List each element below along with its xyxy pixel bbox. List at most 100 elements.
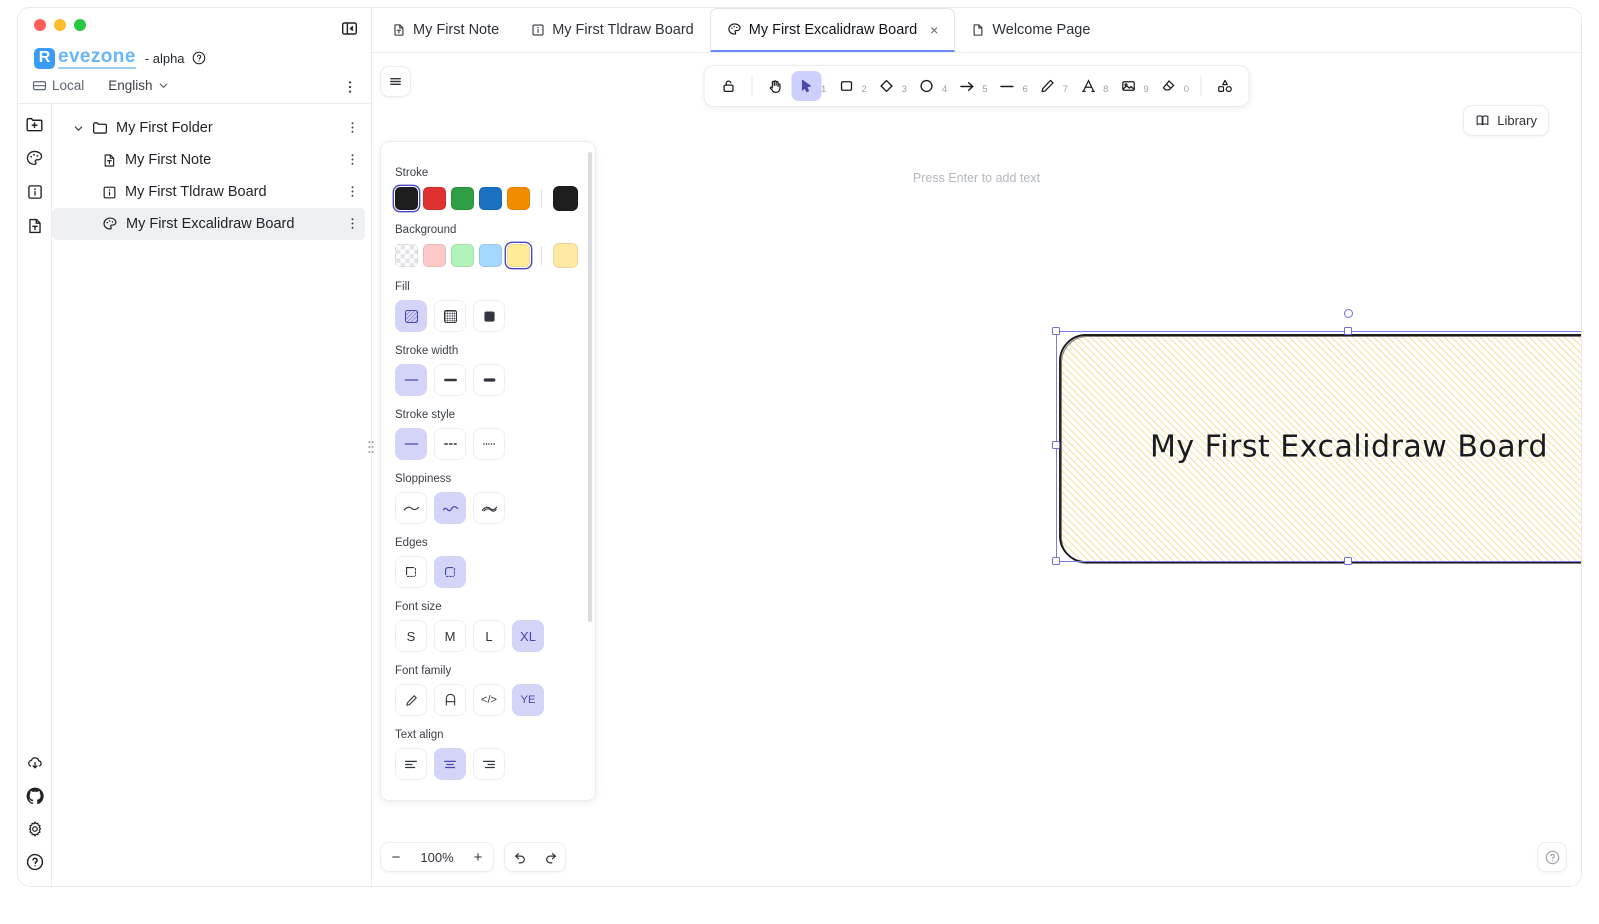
line-icon[interactable] (993, 71, 1023, 101)
question-circle-icon[interactable] (192, 51, 206, 65)
stroke-swatch-orange[interactable] (507, 187, 530, 210)
tool-diamond[interactable]: 3 (872, 71, 911, 101)
font-size-m-button[interactable]: M (434, 620, 466, 652)
tree-row-more-icon[interactable] (346, 216, 359, 231)
hamburger-menu-icon[interactable] (380, 66, 411, 97)
excalidraw-palette-icon[interactable] (25, 148, 45, 168)
background-swatch-pink[interactable] (423, 244, 446, 267)
more-shapes-icon[interactable] (1210, 71, 1240, 101)
tool-image[interactable]: 9 (1113, 71, 1152, 101)
tab-my-first-note[interactable]: My First Note (376, 8, 515, 52)
align-left-icon[interactable] (395, 748, 427, 780)
background-swatch-yellow[interactable] (507, 244, 530, 267)
stroke-extra-bold-icon[interactable] (473, 364, 505, 396)
undo-icon[interactable] (505, 842, 535, 872)
zoom-in-button[interactable]: + (463, 842, 493, 872)
image-icon[interactable] (1113, 71, 1143, 101)
new-folder-icon[interactable] (25, 114, 45, 134)
lock-icon[interactable] (713, 71, 743, 101)
tab-my-first-tldraw-board[interactable]: My First Tldraw Board (515, 8, 710, 52)
resize-handle-bottom-center[interactable] (1344, 557, 1352, 565)
align-right-icon[interactable] (473, 748, 505, 780)
sloppiness-artist-icon[interactable] (434, 492, 466, 524)
eraser-icon[interactable] (1154, 71, 1184, 101)
fill-cross-hatch-icon[interactable] (434, 300, 466, 332)
chevron-down-icon[interactable] (72, 123, 84, 134)
help-circle-icon[interactable] (25, 852, 45, 872)
tab-close-icon[interactable]: × (930, 22, 938, 38)
stroke-dashed-icon[interactable] (434, 428, 466, 460)
sloppiness-cartoonist-icon[interactable] (473, 492, 505, 524)
stroke-current-color[interactable] (553, 186, 578, 211)
excalidraw-canvas[interactable]: 1 2 (372, 53, 1581, 886)
storage-selector[interactable]: Local (32, 78, 84, 93)
ellipse-icon[interactable] (912, 71, 942, 101)
language-selector[interactable]: English (108, 78, 168, 93)
tree-item-my-first-note[interactable]: My First Note (52, 144, 365, 176)
resize-handle-bottom-left[interactable] (1052, 557, 1060, 565)
font-handdrawn-icon[interactable] (395, 684, 427, 716)
font-code-icon[interactable]: </> (473, 684, 505, 716)
background-swatch-blue[interactable] (479, 244, 502, 267)
zoom-out-button[interactable]: − (381, 842, 411, 872)
font-normal-icon[interactable] (434, 684, 466, 716)
tree-item-my-first-excalidraw-board[interactable]: My First Excalidraw Board (52, 208, 365, 240)
tool-eraser[interactable]: 0 (1154, 71, 1193, 101)
window-close-button[interactable] (34, 19, 46, 31)
rotate-handle[interactable] (1344, 309, 1353, 318)
redo-icon[interactable] (535, 842, 565, 872)
stroke-swatch-green[interactable] (451, 187, 474, 210)
sidebar-more-icon[interactable] (343, 79, 357, 95)
sidebar-resize-handle[interactable] (366, 432, 376, 462)
background-swatch-green[interactable] (451, 244, 474, 267)
stroke-dotted-icon[interactable] (473, 428, 505, 460)
resize-handle-top-center[interactable] (1344, 327, 1352, 335)
fill-hachure-icon[interactable] (395, 300, 427, 332)
edges-round-icon[interactable] (434, 556, 466, 588)
window-maximize-button[interactable] (74, 19, 86, 31)
align-center-icon[interactable] (434, 748, 466, 780)
tab-my-first-excalidraw-board[interactable]: My First Excalidraw Board × (710, 8, 956, 52)
window-minimize-button[interactable] (54, 19, 66, 31)
tree-row-more-icon[interactable] (346, 120, 359, 135)
settings-gear-icon[interactable] (25, 819, 45, 839)
text-icon[interactable] (1073, 71, 1103, 101)
tool-selection[interactable]: 1 (791, 71, 830, 101)
tldraw-board-icon[interactable] (25, 182, 45, 202)
font-size-xl-button[interactable]: XL (512, 620, 544, 652)
tab-welcome-page[interactable]: Welcome Page (955, 8, 1106, 52)
zoom-value[interactable]: 100% (411, 850, 463, 865)
tree-row-more-icon[interactable] (346, 184, 359, 199)
collapse-sidebar-icon[interactable] (339, 18, 359, 38)
hand-icon[interactable] (760, 71, 790, 101)
tool-arrow[interactable]: 5 (952, 71, 991, 101)
background-swatch-transparent[interactable] (395, 244, 418, 267)
library-button[interactable]: Library (1463, 105, 1549, 136)
tool-ellipse[interactable]: 4 (912, 71, 951, 101)
tool-draw[interactable]: 7 (1033, 71, 1072, 101)
stroke-swatch-red[interactable] (423, 187, 446, 210)
tool-text[interactable]: 8 (1073, 71, 1112, 101)
canvas-help-button[interactable] (1537, 842, 1567, 872)
github-icon[interactable] (25, 786, 45, 806)
selection-icon[interactable] (791, 71, 821, 101)
resize-handle-middle-left[interactable] (1052, 441, 1060, 449)
font-size-s-button[interactable]: S (395, 620, 427, 652)
font-ye-icon[interactable]: YE (512, 684, 544, 716)
stroke-solid-icon[interactable] (395, 428, 427, 460)
diamond-icon[interactable] (872, 71, 902, 101)
tree-item-my-first-tldraw-board[interactable]: My First Tldraw Board (52, 176, 365, 208)
cloud-download-icon[interactable] (25, 753, 45, 773)
tree-folder-row[interactable]: My First Folder (52, 112, 365, 144)
new-note-icon[interactable] (25, 216, 45, 236)
tool-rectangle[interactable]: 2 (831, 71, 870, 101)
fill-solid-icon[interactable] (473, 300, 505, 332)
background-current-color[interactable] (553, 243, 578, 268)
font-size-l-button[interactable]: L (473, 620, 505, 652)
properties-scrollbar[interactable] (588, 152, 592, 622)
draw-pencil-icon[interactable] (1033, 71, 1063, 101)
stroke-swatch-blue[interactable] (479, 187, 502, 210)
stroke-swatch-black[interactable] (395, 187, 418, 210)
resize-handle-top-left[interactable] (1052, 327, 1060, 335)
stroke-thin-icon[interactable] (395, 364, 427, 396)
